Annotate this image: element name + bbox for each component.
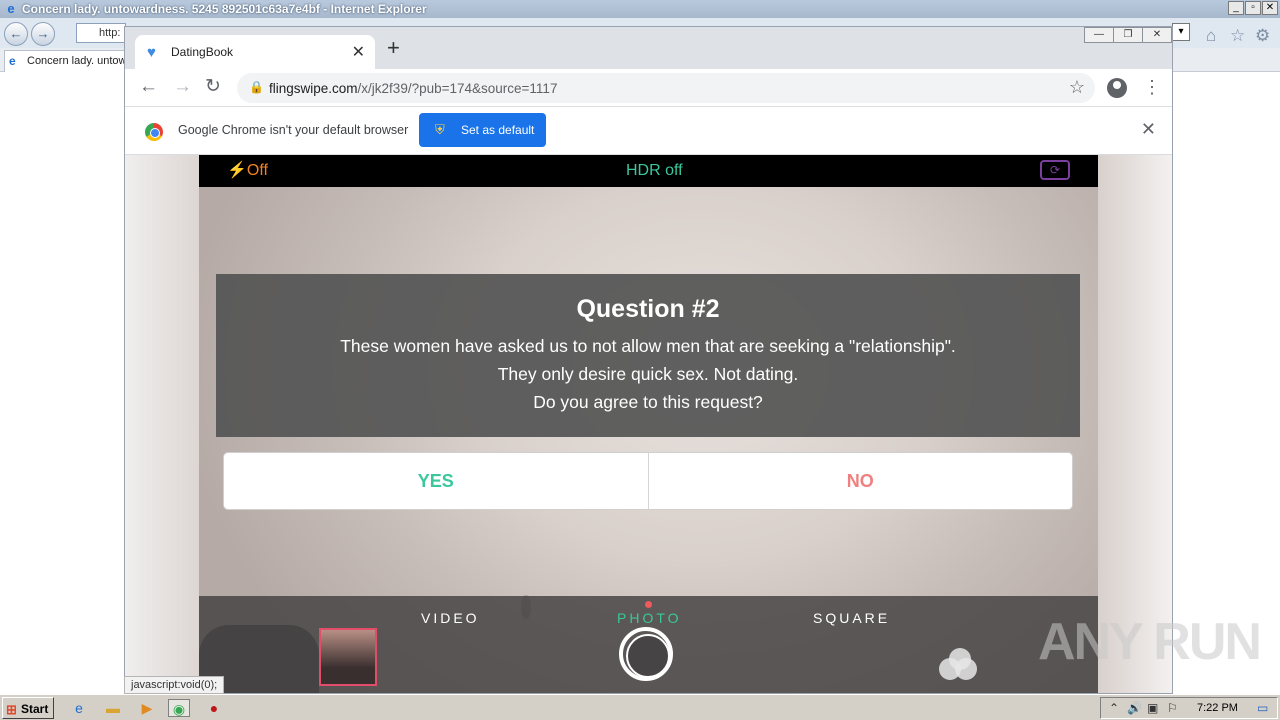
- ie-home-icon[interactable]: ⌂: [1206, 26, 1216, 46]
- chrome-restore-button[interactable]: ❐: [1113, 27, 1143, 43]
- windows-flag-icon: ⊞: [6, 702, 17, 717]
- page-content: ⚡Off HDR off ⟳ Question #2 These women h…: [125, 155, 1172, 693]
- taskbar-opera-icon[interactable]: ●: [203, 699, 225, 717]
- new-tab-icon[interactable]: +: [387, 37, 400, 59]
- lock-icon: 🔒: [249, 80, 264, 94]
- question-line-3: Do you agree to this request?: [533, 392, 763, 412]
- ie-address-bar[interactable]: http:: [76, 23, 126, 43]
- active-mode-dot: [645, 601, 652, 608]
- ie-tab[interactable]: e Concern lady. untow: [4, 50, 128, 72]
- ie-window-controls: _ ▫ ✕: [1228, 1, 1278, 15]
- ie-back-icon[interactable]: ←: [4, 22, 28, 46]
- forward-arrow-icon[interactable]: →: [173, 77, 192, 97]
- ie-tab-title: Concern lady. untow: [27, 55, 127, 67]
- ie-title-bar: e Concern lady. untowardness. 5245 89250…: [0, 0, 1280, 18]
- question-panel: Question #2 These women have asked us to…: [216, 274, 1080, 437]
- flash-toggle[interactable]: ⚡Off: [227, 160, 268, 180]
- filters-icon[interactable]: [939, 648, 979, 682]
- url-path: /x/jk2f39/?pub=174&source=1117: [357, 81, 558, 96]
- start-button[interactable]: ⊞ Start: [2, 697, 54, 719]
- mode-video[interactable]: VIDEO: [421, 610, 480, 626]
- taskbar: ⊞ Start e ▬ ▶ ◉ ● ⌃ 🔊 ▣ ⚐ 7:22 PM ▭: [0, 694, 1280, 720]
- camera-switch-icon[interactable]: ⟳: [1040, 160, 1070, 180]
- infobar-close-icon[interactable]: ✕: [1141, 119, 1156, 140]
- infobar-message: Google Chrome isn't your default browser: [178, 123, 409, 137]
- gallery-thumbnail[interactable]: [319, 628, 377, 686]
- taskbar-chrome-icon[interactable]: ◉: [168, 699, 190, 717]
- shutter-button[interactable]: [619, 627, 673, 681]
- chrome-tab-strip: ♥ DatingBook ✕ + — ❐ ✕: [125, 27, 1172, 69]
- ie-favorites-icon[interactable]: ☆: [1230, 26, 1245, 46]
- question-line-1: These women have asked us to not allow m…: [340, 336, 956, 356]
- profile-avatar-icon[interactable]: [1107, 78, 1127, 98]
- chrome-minimize-button[interactable]: —: [1084, 27, 1114, 43]
- tray-expand-icon[interactable]: ⌃: [1109, 701, 1119, 715]
- clock: 7:22 PM: [1197, 702, 1238, 714]
- network-icon[interactable]: ▣: [1147, 701, 1158, 715]
- mode-square[interactable]: SQUARE: [813, 610, 890, 626]
- chrome-window-controls: — ❐ ✕: [1084, 27, 1172, 43]
- camera-top-bar: ⚡Off HDR off ⟳: [199, 155, 1098, 187]
- set-as-default-button[interactable]: ⛨ Set as default: [419, 113, 546, 147]
- flag-icon[interactable]: ⚐: [1167, 701, 1178, 715]
- chrome-logo-icon: [145, 123, 163, 141]
- chrome-toolbar: ← → ↻ 🔒 flingswipe.com/x/jk2f39/?pub=174…: [125, 69, 1172, 107]
- taskbar-ie-icon[interactable]: e: [68, 699, 90, 717]
- chrome-tab-title: DatingBook: [171, 45, 234, 59]
- question-line-2: They only desire quick sex. Not dating.: [497, 364, 799, 384]
- flash-label: Off: [246, 162, 268, 179]
- tab-close-icon[interactable]: ✕: [352, 42, 365, 62]
- yes-button[interactable]: YES: [224, 453, 649, 509]
- chrome-tab-datingbook[interactable]: ♥ DatingBook ✕: [135, 35, 375, 69]
- address-url: flingswipe.com/x/jk2f39/?pub=174&source=…: [269, 81, 557, 96]
- shield-icon: ⛨: [435, 122, 445, 137]
- start-label: Start: [21, 702, 49, 716]
- ie-close-button[interactable]: ✕: [1262, 1, 1278, 15]
- chrome-close-button[interactable]: ✕: [1142, 27, 1172, 43]
- ie-dropdown-icon[interactable]: ▾: [1172, 23, 1190, 41]
- back-arrow-icon[interactable]: ←: [139, 77, 158, 97]
- reload-icon[interactable]: ↻: [205, 77, 221, 97]
- ie-minimize-button[interactable]: _: [1228, 1, 1244, 15]
- show-desktop-icon[interactable]: ▭: [1257, 701, 1268, 715]
- heart-favicon-icon: ♥: [147, 44, 156, 61]
- default-browser-infobar: Google Chrome isn't your default browser…: [125, 107, 1172, 155]
- ie-tab-favicon-icon: e: [9, 54, 16, 68]
- address-bar[interactable]: 🔒 flingswipe.com/x/jk2f39/?pub=174&sourc…: [237, 73, 1095, 103]
- no-button[interactable]: NO: [649, 453, 1073, 509]
- ie-maximize-button[interactable]: ▫: [1245, 1, 1261, 15]
- taskbar-explorer-icon[interactable]: ▬: [102, 699, 124, 717]
- set-as-default-label: Set as default: [461, 123, 535, 137]
- status-bar-text: javascript:void(0);: [124, 676, 225, 694]
- mode-photo[interactable]: PHOTO: [617, 610, 682, 626]
- ie-settings-icon[interactable]: ⚙: [1255, 26, 1270, 46]
- bookmark-star-icon[interactable]: ☆: [1069, 77, 1085, 98]
- lightning-icon: ⚡: [227, 162, 247, 179]
- answer-buttons: YES NO: [223, 452, 1073, 510]
- ie-window-title: Concern lady. untowardness. 5245 892501c…: [22, 2, 427, 16]
- chrome-window: ♥ DatingBook ✕ + — ❐ ✕ ← → ↻ 🔒 flingswip…: [124, 26, 1173, 694]
- ie-forward-icon[interactable]: →: [31, 22, 55, 46]
- background-left: [125, 155, 199, 693]
- taskbar-media-icon[interactable]: ▶: [136, 699, 158, 717]
- volume-icon[interactable]: 🔊: [1127, 701, 1142, 715]
- url-host: flingswipe.com: [269, 81, 358, 96]
- system-tray: ⌃ 🔊 ▣ ⚐ 7:22 PM ▭: [1100, 697, 1278, 719]
- question-title: Question #2: [576, 295, 720, 323]
- chrome-menu-icon[interactable]: ⋮: [1143, 77, 1161, 98]
- hdr-toggle[interactable]: HDR off: [626, 162, 683, 180]
- anyrun-watermark: ANY RUN: [1038, 613, 1262, 671]
- camera-bottom-bar: VIDEO PHOTO SQUARE: [199, 596, 1098, 693]
- ie-logo-icon: e: [7, 1, 15, 16]
